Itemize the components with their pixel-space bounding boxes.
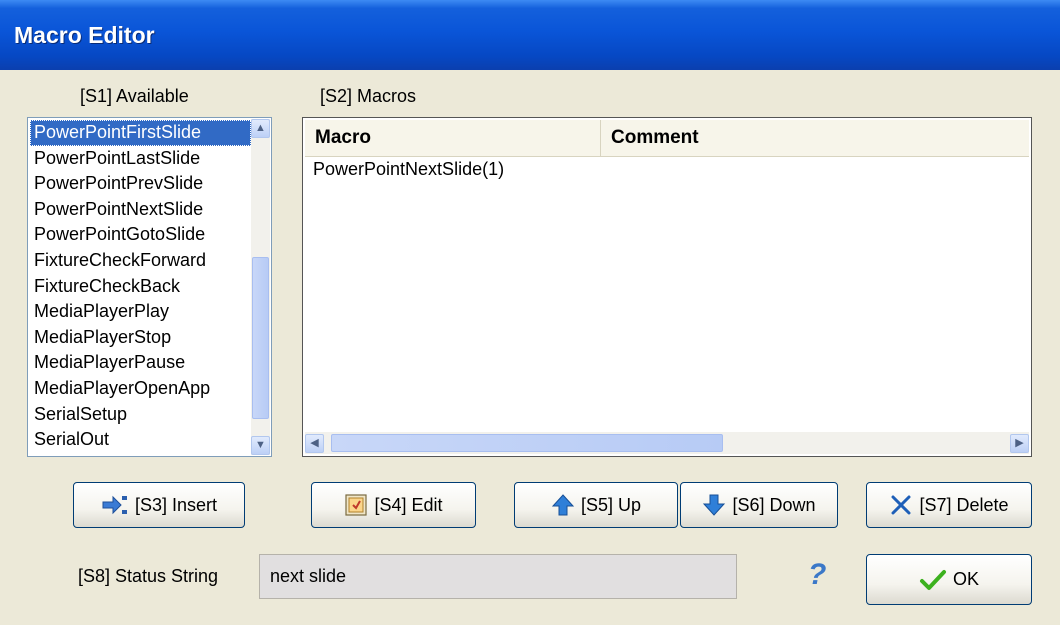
scroll-thumb[interactable] bbox=[331, 434, 723, 452]
insert-button[interactable]: [S3] Insert bbox=[73, 482, 245, 528]
status-string-field[interactable]: next slide bbox=[259, 554, 737, 599]
list-item[interactable]: FixtureCheckForward bbox=[30, 248, 251, 274]
column-header-macro[interactable]: Macro bbox=[305, 120, 601, 156]
delete-button[interactable]: [S7] Delete bbox=[866, 482, 1032, 528]
help-icon[interactable]: ? bbox=[808, 558, 826, 592]
list-item[interactable]: MediaPlayerPause bbox=[30, 350, 251, 376]
scroll-up-icon[interactable]: ▲ bbox=[251, 119, 270, 138]
available-vertical-scrollbar[interactable]: ▲ ▼ bbox=[251, 119, 270, 455]
ok-label: OK bbox=[952, 569, 979, 589]
grid-header: Macro Comment bbox=[305, 120, 1029, 157]
list-item[interactable]: PowerPointFirstSlide bbox=[30, 120, 251, 146]
edit-label: [S4] Edit bbox=[374, 494, 443, 515]
macros-horizontal-scrollbar[interactable]: ◀ ▶ bbox=[305, 432, 1029, 454]
scroll-down-icon[interactable]: ▼ bbox=[251, 436, 270, 455]
up-button[interactable]: [S5] Up bbox=[514, 482, 678, 528]
list-item[interactable]: SerialSetup bbox=[30, 402, 251, 428]
list-item[interactable]: MediaPlayerPlay bbox=[30, 299, 251, 325]
edit-button[interactable]: [S4] Edit bbox=[311, 482, 476, 528]
arrow-up-icon bbox=[551, 494, 575, 516]
edit-icon bbox=[345, 494, 368, 516]
scroll-left-icon[interactable]: ◀ bbox=[305, 434, 324, 453]
list-item[interactable]: PowerPointPrevSlide bbox=[30, 171, 251, 197]
macros-label: [S2] Macros bbox=[320, 86, 417, 106]
macro-cell: PowerPointNextSlide(1) bbox=[313, 159, 505, 179]
list-item[interactable]: FixtureCheckBack bbox=[30, 274, 251, 300]
arrow-down-icon bbox=[703, 494, 726, 516]
delete-label: [S7] Delete bbox=[919, 494, 1009, 515]
scroll-right-icon[interactable]: ▶ bbox=[1010, 434, 1029, 453]
table-row[interactable]: PowerPointNextSlide(1) bbox=[313, 159, 504, 180]
insert-icon bbox=[102, 495, 127, 515]
down-button[interactable]: [S6] Down bbox=[680, 482, 838, 528]
list-item[interactable]: PowerPointLastSlide bbox=[30, 146, 251, 172]
down-label: [S6] Down bbox=[732, 494, 816, 515]
list-item[interactable]: PowerPointGotoSlide bbox=[30, 222, 251, 248]
scroll-thumb[interactable] bbox=[252, 257, 269, 419]
list-item[interactable]: MediaPlayerStop bbox=[30, 325, 251, 351]
list-item[interactable]: SerialOut bbox=[30, 427, 251, 453]
macro-editor-window: Macro Editor [S1] Available [S2] Macros … bbox=[0, 0, 1060, 625]
window-title: Macro Editor bbox=[14, 22, 155, 48]
ok-button[interactable]: OK bbox=[866, 554, 1032, 605]
list-item[interactable]: MediaPlayerOpenApp bbox=[30, 376, 251, 402]
title-bar[interactable]: Macro Editor bbox=[0, 0, 1060, 70]
available-label: [S1] Available bbox=[80, 86, 189, 106]
up-label: [S5] Up bbox=[580, 494, 642, 515]
status-label: [S8] Status String bbox=[78, 566, 219, 586]
checkmark-icon bbox=[919, 569, 946, 590]
insert-label: [S3] Insert bbox=[134, 494, 218, 515]
list-item[interactable]: PowerPointNextSlide bbox=[30, 197, 251, 223]
macros-grid[interactable]: Macro Comment PowerPointNextSlide(1) ◀ ▶ bbox=[302, 117, 1032, 457]
available-listbox[interactable]: PowerPointFirstSlide PowerPointLastSlide… bbox=[27, 117, 272, 457]
delete-icon bbox=[891, 495, 911, 515]
column-header-comment[interactable]: Comment bbox=[601, 120, 901, 156]
